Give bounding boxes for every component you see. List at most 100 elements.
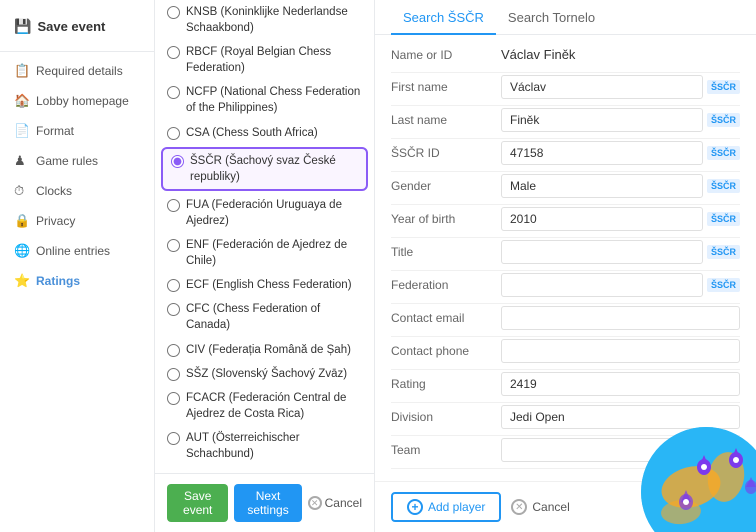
name-id-input[interactable] [501, 43, 740, 66]
federation-radio-ecf[interactable] [167, 279, 180, 292]
divider-3 [391, 138, 740, 139]
federation-radio-fua[interactable] [167, 199, 180, 212]
year-of-birth-input[interactable] [501, 207, 703, 231]
add-player-button[interactable]: + Add player [391, 492, 501, 522]
federation-item-knsb[interactable]: KNSB (Koninklijke Nederlandse Schaakbond… [155, 0, 374, 40]
last-name-input[interactable] [501, 108, 703, 132]
federation-item-sscr[interactable]: ŠSČR (Šachový svaz České republiky) [161, 147, 368, 191]
federation-item-enf[interactable]: ENF (Federación de Ajedrez de Chile) [155, 233, 374, 273]
team-value [501, 438, 740, 462]
federation-item-fua[interactable]: FUA (Federación Uruguaya de Ajedrez) [155, 193, 374, 233]
divider-9 [391, 336, 740, 337]
federation-item-fcacr[interactable]: FCACR (Federación Central de Ajedrez de … [155, 386, 374, 426]
federation-item-rbcf[interactable]: RBCF (Royal Belgian Chess Federation) [155, 40, 374, 80]
federation-list: KNSB (Koninklijke Nederlandse Schaakbond… [155, 0, 374, 466]
federation-item-cfc[interactable]: CFC (Chess Federation of Canada) [155, 297, 374, 337]
federation-item-civ[interactable]: CIV (Federația Română de Șah) [155, 338, 374, 362]
federation-list-scroll[interactable]: KNSB (Koninklijke Nederlandse Schaakbond… [155, 0, 374, 469]
search-form: Name or ID First name ŠSČR Last name [375, 35, 756, 469]
divider-4 [391, 171, 740, 172]
sidebar-label-format: Format [36, 124, 74, 138]
next-settings-button[interactable]: Next settings [234, 484, 301, 522]
federation-radio-ncfp[interactable] [167, 86, 180, 99]
search-tabs: Search ŠSČR Search Tornelo [375, 0, 756, 35]
title-badge: ŠSČR [707, 245, 740, 259]
division-input[interactable] [501, 405, 740, 429]
federation-radio-knsb[interactable] [167, 6, 180, 19]
first-name-label: First name [391, 80, 501, 94]
lobby-icon: 🏠 [14, 93, 28, 109]
sidebar-item-lobby-homepage[interactable]: 🏠 Lobby homepage [0, 86, 154, 116]
title-label: Title [391, 245, 501, 259]
title-input[interactable] [501, 240, 703, 264]
federation-radio-sscr[interactable] [171, 155, 184, 168]
sidebar-divider [0, 51, 154, 52]
save-icon: 💾 [14, 18, 31, 35]
tab-tornelo-label: Search Tornelo [508, 10, 595, 25]
sidebar-item-ratings[interactable]: ⭐ Ratings [0, 266, 154, 296]
federation-field-value: ŠSČR [501, 273, 740, 297]
sidebar-item-game-rules[interactable]: ♟ Game rules [0, 146, 154, 176]
federation-label-ncfp: NCFP (National Chess Federation of the P… [186, 84, 362, 116]
sidebar-item-format[interactable]: 📄 Format [0, 116, 154, 146]
form-row-name-id: Name or ID [391, 43, 740, 66]
team-input[interactable] [501, 438, 740, 462]
federation-label-fua: FUA (Federación Uruguaya de Ajedrez) [186, 197, 362, 229]
federation-radio-rbcf[interactable] [167, 46, 180, 59]
contact-phone-input[interactable] [501, 339, 740, 363]
federation-radio-fcacr[interactable] [167, 392, 180, 405]
contact-email-value [501, 306, 740, 330]
rating-input[interactable] [501, 372, 740, 396]
sscr-id-value: ŠSČR [501, 141, 740, 165]
federation-label-enf: ENF (Federación de Ajedrez de Chile) [186, 237, 362, 269]
year-badge: ŠSČR [707, 212, 740, 226]
ratings-icon: ⭐ [14, 273, 28, 289]
sidebar-item-required-details[interactable]: 📋 Required details [0, 56, 154, 86]
tab-search-sscr[interactable]: Search ŠSČR [391, 0, 496, 35]
federation-radio-enf[interactable] [167, 239, 180, 252]
cancel-label: Cancel [325, 496, 362, 510]
contact-email-label: Contact email [391, 311, 501, 325]
divider-11 [391, 402, 740, 403]
federation-radio-civ[interactable] [167, 344, 180, 357]
divider-5 [391, 204, 740, 205]
add-player-label: Add player [428, 500, 485, 514]
tab-search-tornelo[interactable]: Search Tornelo [496, 0, 607, 35]
divider-8 [391, 303, 740, 304]
cancel-button[interactable]: ✕ Cancel [308, 496, 362, 510]
sscr-id-input[interactable] [501, 141, 703, 165]
gender-label: Gender [391, 179, 501, 193]
federation-radio-cfc[interactable] [167, 303, 180, 316]
tab-sscr-label: Search ŠSČR [403, 10, 484, 25]
search-cancel-button[interactable]: ✕ Cancel [511, 499, 569, 515]
federation-badge: ŠSČR [707, 278, 740, 292]
federation-radio-aut[interactable] [167, 432, 180, 445]
federation-label-knsb: KNSB (Koninklijke Nederlandse Schaakbond… [186, 4, 362, 36]
online-entries-icon: 🌐 [14, 243, 28, 259]
form-row-division: Division [391, 405, 740, 429]
last-name-badge: ŠSČR [707, 113, 740, 127]
federation-radio-csa[interactable] [167, 127, 180, 140]
federation-item-ncfp[interactable]: NCFP (National Chess Federation of the P… [155, 80, 374, 120]
federation-input[interactable] [501, 273, 703, 297]
contact-email-input[interactable] [501, 306, 740, 330]
federation-item-ssz[interactable]: SŠZ (Slovenský Šachový Zvāz) [155, 362, 374, 386]
federation-item-aut[interactable]: AUT (Österreichischer Schachbund) [155, 426, 374, 466]
federation-item-csa[interactable]: CSA (Chess South Africa) [155, 121, 374, 145]
sidebar-item-online-entries[interactable]: 🌐 Online entries [0, 236, 154, 266]
division-value [501, 405, 740, 429]
sidebar-item-privacy[interactable]: 🔒 Privacy [0, 206, 154, 236]
federation-item-ecf[interactable]: ECF (English Chess Federation) [155, 273, 374, 297]
name-id-label: Name or ID [391, 48, 501, 62]
first-name-input[interactable] [501, 75, 703, 99]
federation-label-ssz: SŠZ (Slovenský Šachový Zvāz) [186, 366, 347, 382]
search-cancel-label: Cancel [532, 500, 569, 514]
sidebar-label-required-details: Required details [36, 64, 123, 78]
save-event-button[interactable]: Save event [167, 484, 228, 522]
federation-panel: KNSB (Koninklijke Nederlandse Schaakbond… [155, 0, 375, 532]
federation-radio-ssz[interactable] [167, 368, 180, 381]
divider-7 [391, 270, 740, 271]
gender-input[interactable] [501, 174, 703, 198]
search-footer: + Add player ✕ Cancel [375, 481, 756, 532]
sidebar-item-clocks[interactable]: ⏱ Clocks [0, 176, 154, 206]
